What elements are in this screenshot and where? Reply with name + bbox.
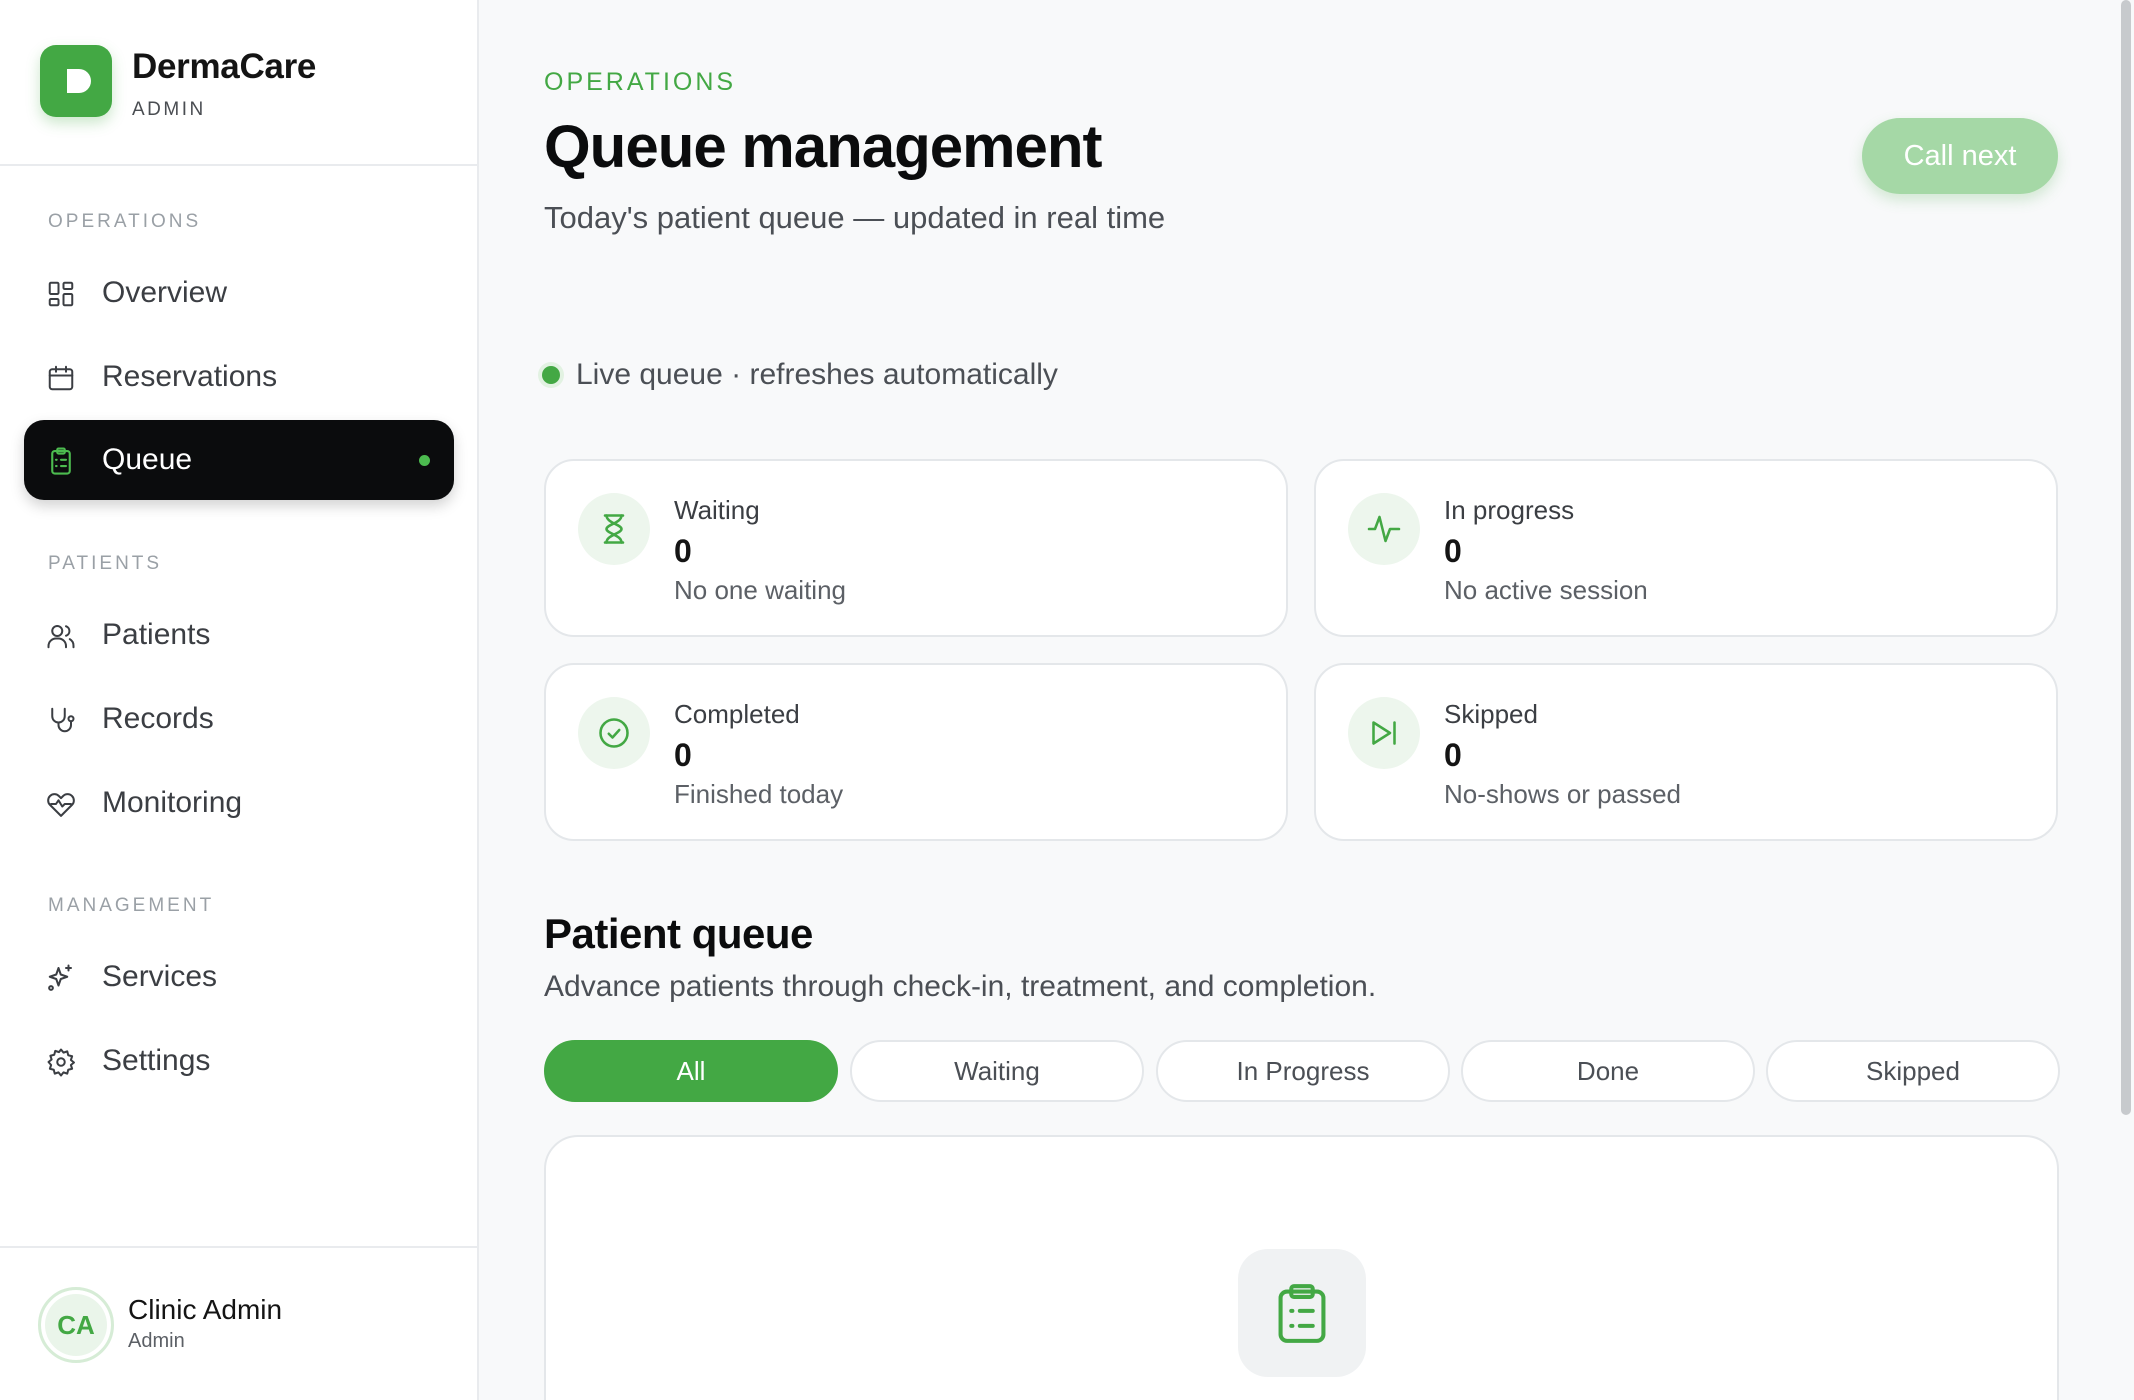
empty-state-badge	[1238, 1249, 1366, 1377]
filter-tab-waiting[interactable]: Waiting	[850, 1040, 1144, 1102]
sidebar-item-label: Reservations	[102, 360, 278, 393]
stethoscope-icon	[51, 707, 75, 733]
sidebar-item-patients[interactable]: Patients	[24, 595, 454, 675]
profile-name: Clinic Admin	[128, 1294, 283, 1325]
sidebar-item-label: Patients	[102, 618, 211, 651]
sidebar-item-label: Services	[102, 960, 218, 993]
sidebar-item-overview[interactable]: Overview	[24, 253, 454, 333]
filter-tab-all[interactable]: All	[544, 1040, 838, 1102]
stat-value: 0	[674, 533, 692, 569]
stat-label: Waiting	[674, 495, 760, 525]
stat-value: 0	[1444, 737, 1462, 773]
sidebar: DermaCare ADMIN OPERATIONS Overview Rese…	[0, 0, 479, 1400]
stat-note: No active session	[1444, 575, 1648, 605]
sidebar-item-services[interactable]: Services	[24, 937, 454, 1017]
brand-name: DermaCare	[132, 47, 317, 86]
clipboard-icon	[51, 447, 71, 475]
nav-section-management: MANAGEMENT	[48, 895, 215, 916]
grid-icon	[48, 281, 74, 307]
stat-card-skipped: Skipped 0 No-shows or passed	[1314, 663, 2058, 841]
stat-note: No-shows or passed	[1444, 779, 1681, 809]
stat-label: Completed	[674, 699, 800, 729]
call-next-button[interactable]: Call next	[1862, 118, 2058, 194]
heart-pulse-icon	[47, 793, 75, 817]
nav-section-patients: PATIENTS	[48, 553, 163, 574]
stat-icon-badge	[1348, 697, 1420, 769]
profile-role: Admin	[128, 1330, 185, 1352]
queue-list-panel	[544, 1135, 2059, 1400]
brand-logo	[40, 45, 112, 117]
section-subtitle: Advance patients through check-in, treat…	[544, 970, 1377, 1003]
stat-value: 0	[674, 737, 692, 773]
sparkles-icon	[48, 964, 72, 991]
page-eyebrow: OPERATIONS	[544, 68, 737, 96]
brand[interactable]: DermaCare ADMIN	[40, 45, 460, 120]
page-subtitle: Today's patient queue — updated in real …	[544, 200, 1166, 235]
filter-tab-in-progress[interactable]: In Progress	[1156, 1040, 1450, 1102]
stat-label: Skipped	[1444, 699, 1538, 729]
skip-forward-icon	[1372, 721, 1396, 745]
clipboard-icon	[1278, 1284, 1326, 1343]
brand-subtitle: ADMIN	[132, 99, 206, 120]
divider	[0, 1246, 479, 1248]
activity-icon	[1367, 515, 1401, 543]
section-title: Patient queue	[544, 910, 813, 957]
sidebar-item-label: Queue	[102, 443, 193, 476]
divider	[0, 164, 479, 166]
sidebar-item-settings[interactable]: Settings	[24, 1021, 454, 1101]
stat-card-waiting: Waiting 0 No one waiting	[544, 459, 1288, 637]
filter-tab-done[interactable]: Done	[1461, 1040, 1755, 1102]
sidebar-item-label: Monitoring	[102, 786, 243, 819]
live-status-text: Live queue · refreshes automatically	[576, 358, 1058, 391]
page-title: Queue management	[544, 113, 1102, 180]
sidebar-item-label: Overview	[102, 276, 228, 309]
page-scrollbar[interactable]	[2121, 0, 2131, 1115]
filter-tab-skipped[interactable]: Skipped	[1766, 1040, 2060, 1102]
live-status-dot	[542, 366, 560, 384]
stat-value: 0	[1444, 533, 1462, 569]
sidebar-item-records[interactable]: Records	[24, 679, 454, 759]
stat-label: In progress	[1444, 495, 1575, 525]
stat-card-completed: Completed 0 Finished today	[544, 663, 1288, 841]
sidebar-item-label: Settings	[102, 1044, 211, 1077]
users-icon	[47, 625, 75, 649]
stat-card-in-progress: In progress 0 No active session	[1314, 459, 2058, 637]
stat-note: Finished today	[674, 779, 844, 809]
active-indicator-dot	[419, 455, 430, 466]
stat-icon-badge	[578, 493, 650, 565]
stat-note: No one waiting	[674, 575, 846, 605]
sidebar-item-queue[interactable]: Queue	[24, 420, 454, 500]
calendar-icon	[48, 365, 74, 391]
nav-section-operations: OPERATIONS	[48, 211, 202, 232]
avatar[interactable]: CA	[38, 1287, 114, 1363]
sidebar-item-monitoring[interactable]: Monitoring	[24, 763, 454, 843]
stat-icon-badge	[1348, 493, 1420, 565]
hourglass-icon	[603, 514, 625, 544]
sidebar-item-reservations[interactable]: Reservations	[24, 337, 454, 417]
gear-icon	[47, 1048, 75, 1077]
check-circle-icon	[599, 718, 629, 748]
stat-icon-badge	[578, 697, 650, 769]
sidebar-item-label: Records	[102, 702, 214, 735]
